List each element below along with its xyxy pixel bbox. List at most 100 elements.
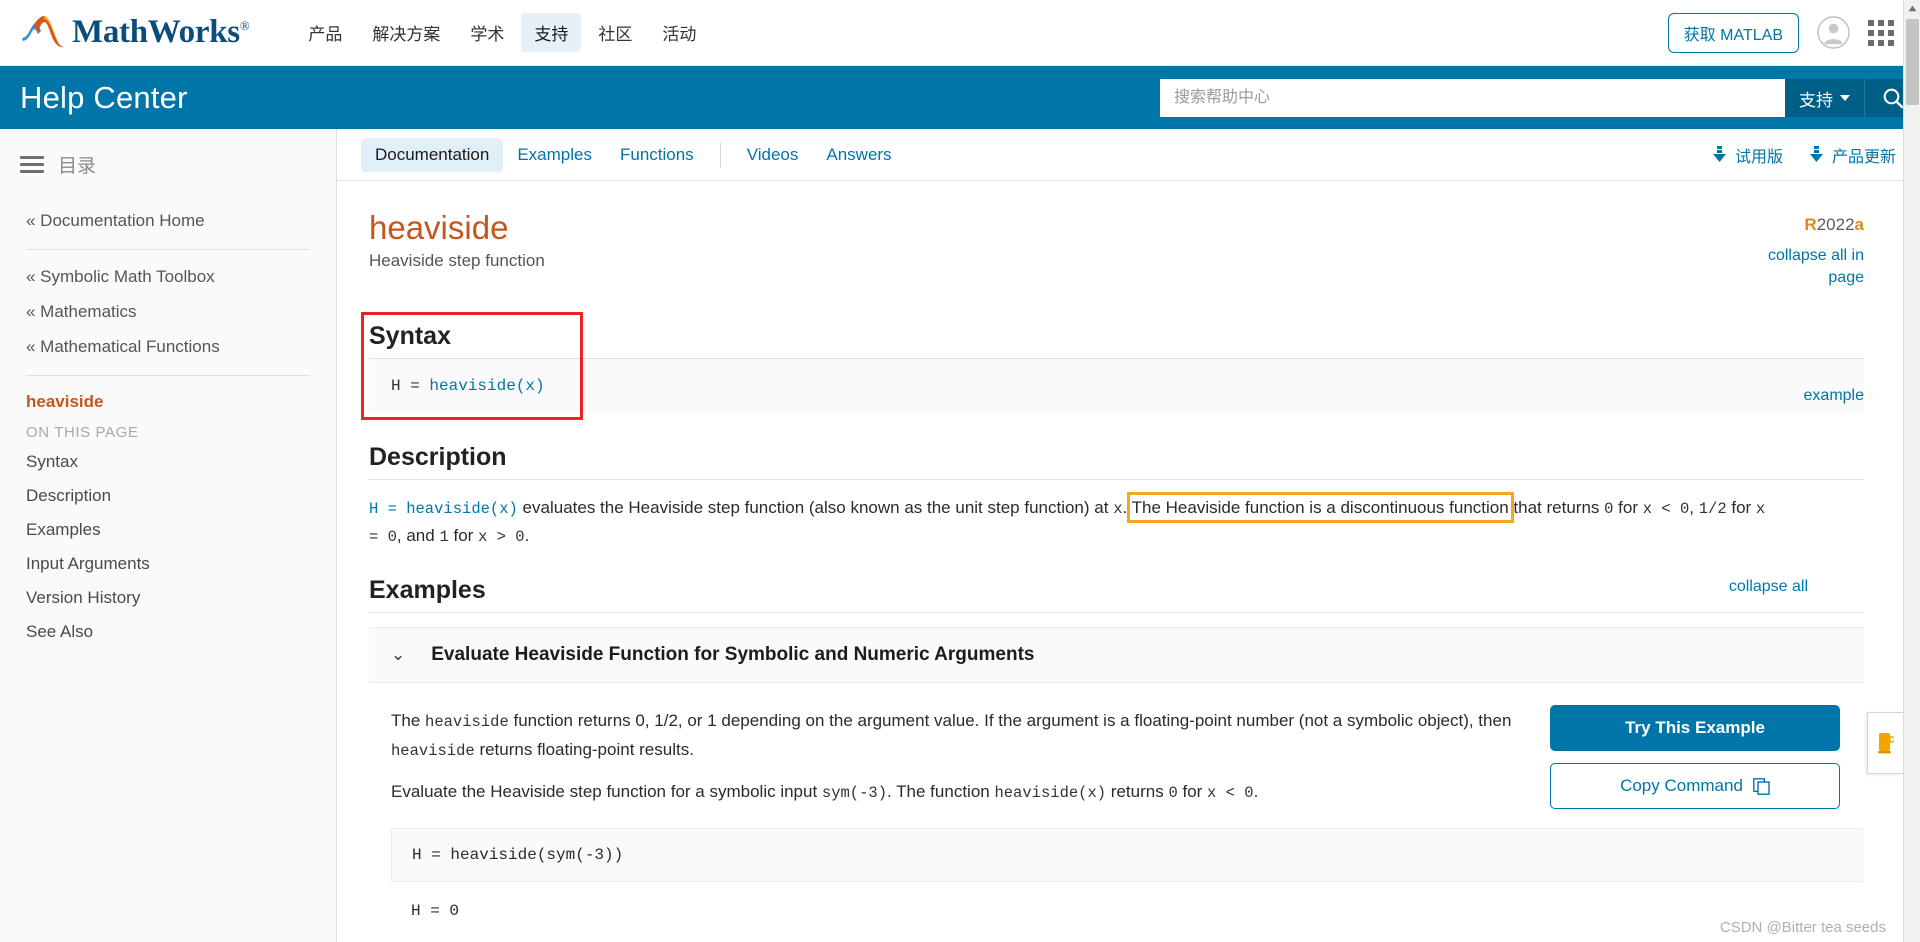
description-text-e: , (1689, 498, 1699, 518)
article-header: heaviside Heaviside step function R2022a… (369, 209, 1864, 288)
sidebar-home-section: « Documentation Home (0, 204, 336, 239)
release-year: 2022 (1816, 215, 1855, 234)
ex-p2-code2: heaviside(x) (994, 783, 1107, 802)
description-highlight: The Heaviside function is a discontinuou… (1126, 492, 1514, 524)
sidebar-item-heaviside-current[interactable]: heaviside (26, 386, 314, 418)
app-grid-icon[interactable] (1868, 19, 1894, 46)
tab-answers[interactable]: Answers (812, 138, 905, 172)
download-icon (1809, 146, 1823, 162)
tab-functions[interactable]: Functions (606, 138, 708, 172)
ex-p2-b: . The function (887, 781, 995, 801)
chevron-up-icon (1908, 5, 1917, 12)
sidebar-breadcrumb-section: « Symbolic Math Toolbox « Mathematics « … (0, 260, 336, 365)
help-center-bar: Help Center 支持 (0, 66, 1920, 129)
example-accordion-header[interactable]: ⌄ Evaluate Heaviside Function for Symbol… (369, 627, 1864, 684)
example-body: Try This Example Copy Command The heavis… (369, 683, 1864, 942)
ex-p1-a: The (391, 711, 426, 731)
scroll-up-arrow[interactable] (1904, 0, 1920, 17)
tab-examples[interactable]: Examples (503, 138, 606, 172)
ex-p2-cond: x < 0 (1207, 783, 1254, 802)
try-this-example-button[interactable]: Try This Example (1550, 705, 1840, 752)
sidebar-divider-2 (26, 374, 310, 376)
sidebar-anchor-input-arguments[interactable]: Input Arguments (26, 547, 314, 581)
sidebar-item-mathematical-functions[interactable]: « Mathematical Functions (26, 330, 314, 365)
watermark-text: CSDN @Bitter tea seeds (1719, 919, 1886, 936)
feedback-tab-button[interactable] (1867, 712, 1903, 774)
page-scrollbar-thumb[interactable] (1906, 19, 1919, 105)
sidebar-item-mathematics[interactable]: « Mathematics (26, 295, 314, 330)
nav-item-academia[interactable]: 学术 (457, 13, 517, 52)
page-layout: 目录 « Documentation Home « Symbolic Math … (0, 129, 1920, 942)
sidebar-anchor-see-also[interactable]: See Also (26, 615, 314, 649)
account-avatar-icon[interactable] (1817, 16, 1850, 49)
search-scope-dropdown[interactable]: 支持 (1785, 79, 1864, 117)
release-suffix: a (1854, 215, 1864, 234)
get-matlab-button[interactable]: 获取 MATLAB (1667, 12, 1799, 53)
search-input[interactable] (1160, 79, 1785, 117)
top-brand-bar: MathWorks® 产品 解决方案 学术 支持 社区 活动 获取 MATLAB (0, 0, 1920, 66)
description-signature: H = heaviside(x) (369, 500, 518, 519)
description-text-g: , and (396, 526, 440, 546)
example-code-input[interactable]: H = heaviside(sym(-3)) (391, 827, 1863, 882)
description-heading: Description (369, 443, 1864, 481)
example-code-output: H = 0 (411, 901, 460, 920)
help-center-title: Help Center (20, 79, 188, 115)
page-scrollbar[interactable] (1903, 0, 1920, 942)
release-prefix: R (1804, 215, 1817, 234)
chevron-down-icon: ⌄ (391, 644, 406, 664)
sidebar-item-documentation-home[interactable]: « Documentation Home (26, 204, 314, 239)
tab-documentation[interactable]: Documentation (361, 137, 504, 172)
content-tabbar: Documentation Examples Functions Videos … (337, 129, 1920, 181)
sidebar-anchor-examples[interactable]: Examples (26, 513, 314, 547)
chevron-down-icon (1840, 95, 1850, 101)
primary-nav: 产品 解决方案 学术 支持 社区 活动 (295, 13, 709, 52)
ex-p1-code1: heaviside (425, 713, 509, 732)
description-val-half: 1/2 (1698, 500, 1727, 519)
ex-p2-e: . (1253, 781, 1259, 801)
product-updates-label: 产品更新 (1831, 148, 1896, 166)
nav-item-products[interactable]: 产品 (295, 13, 355, 52)
sidebar-anchor-description[interactable]: Description (26, 479, 314, 513)
nav-item-support[interactable]: 支持 (521, 13, 582, 52)
release-info: R2022a collapse all in page (1749, 209, 1864, 288)
ex-p2-code1: sym(-3) (821, 783, 888, 802)
nav-item-events[interactable]: 活动 (649, 13, 709, 52)
ex-p2-val: 0 (1168, 783, 1178, 802)
hamburger-menu-icon (20, 156, 44, 173)
description-cond-a: x < 0 (1642, 500, 1690, 519)
product-updates-link[interactable]: 产品更新 (1809, 143, 1896, 167)
example-title: Evaluate Heaviside Function for Symbolic… (431, 644, 1035, 666)
description-text-a: evaluates the Heaviside step function (a… (517, 498, 1114, 518)
nav-item-solutions[interactable]: 解决方案 (359, 13, 453, 52)
copy-command-button[interactable]: Copy Command (1550, 763, 1840, 810)
tab-divider (719, 141, 721, 168)
collapse-all-in-page-link[interactable]: collapse all in page (1749, 245, 1864, 288)
main-content: Documentation Examples Functions Videos … (337, 129, 1920, 942)
sidebar-item-symbolic-math-toolbox[interactable]: « Symbolic Math Toolbox (26, 260, 314, 295)
description-paragraph: H = heaviside(x) evaluates the Heaviside… (369, 492, 1769, 550)
sidebar-anchor-syntax[interactable]: Syntax (26, 445, 314, 479)
search-icon (1883, 88, 1903, 109)
examples-section: Examples collapse all ⌄ Evaluate Heavisi… (369, 576, 1864, 942)
description-example-link[interactable]: example (1804, 387, 1864, 405)
sidebar-anchor-version-history[interactable]: Version History (26, 581, 314, 615)
trial-version-link[interactable]: 试用版 (1712, 143, 1783, 167)
tab-videos[interactable]: Videos (733, 138, 813, 172)
description-val-1: 1 (439, 528, 449, 547)
trial-version-label: 试用版 (1734, 148, 1783, 166)
ex-p2-c: returns (1106, 781, 1169, 801)
page-title: heaviside (369, 209, 509, 246)
toc-toggle[interactable]: 目录 (0, 151, 336, 178)
search-scope-label: 支持 (1799, 90, 1833, 110)
nav-item-community[interactable]: 社区 (585, 13, 645, 52)
sidebar: 目录 « Documentation Home « Symbolic Math … (0, 129, 337, 942)
description-text-h: for (448, 526, 479, 546)
ex-p1-code2: heaviside (391, 741, 475, 760)
description-text-i: . (524, 526, 530, 546)
download-icon (1712, 146, 1726, 162)
syntax-section: Syntax H = heaviside(x) (361, 312, 1864, 421)
copy-icon (1753, 778, 1770, 795)
collapse-all-link[interactable]: collapse all (1729, 578, 1808, 596)
mathworks-logo[interactable]: MathWorks® (20, 14, 250, 52)
syntax-code-line: H = heaviside(x) (369, 359, 1864, 414)
